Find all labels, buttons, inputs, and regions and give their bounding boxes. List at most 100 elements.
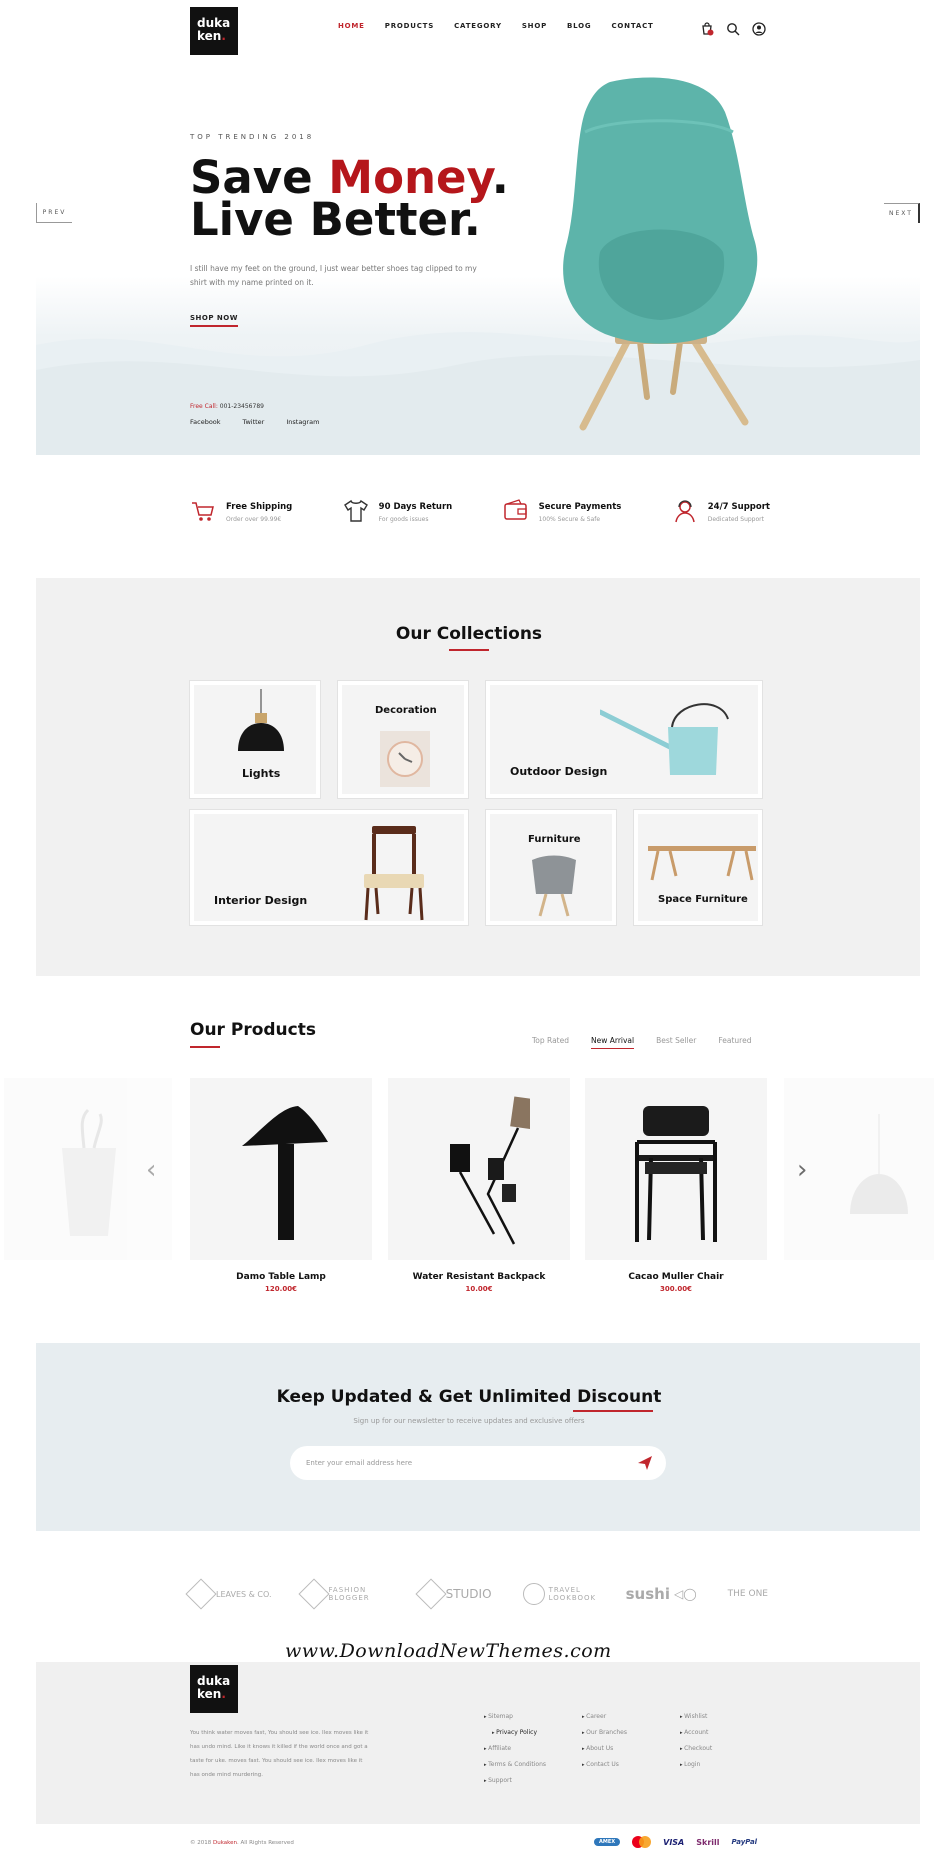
product-tabs: Top Rated New Arrival Best Seller Featur… (532, 1036, 751, 1049)
hero-wave (36, 332, 920, 455)
feature-title: Secure Payments (538, 502, 622, 512)
tab-featured[interactable]: Featured (718, 1036, 751, 1049)
hero-title: Save Money. Live Better. (190, 155, 509, 242)
collection-label: Interior Design (214, 894, 308, 907)
mastercard-icon (632, 1836, 652, 1848)
products-underline (190, 1046, 220, 1048)
support-icon (674, 500, 695, 523)
copyright-brand[interactable]: Dukaken (213, 1840, 237, 1846)
tab-top-rated[interactable]: Top Rated (532, 1036, 569, 1049)
feature-item: Secure Payments 100% Secure & Safe (503, 498, 622, 524)
header-icons (700, 22, 766, 36)
brand-logo[interactable]: LEAVES & CO. (185, 1578, 272, 1610)
footer-link[interactable]: Contact Us (582, 1757, 627, 1773)
search-icon[interactable] (726, 22, 740, 36)
collection-label: Furniture (528, 834, 581, 845)
feature-sub: Dedicated Support (707, 516, 764, 523)
brand-name: STUDIO (445, 1587, 492, 1601)
logo[interactable]: duka ken. (190, 7, 238, 55)
collection-card-interior-design[interactable]: Interior Design (190, 810, 468, 925)
social-instagram[interactable]: Instagram (286, 418, 319, 426)
shop-now-button[interactable]: SHOP NOW (190, 314, 238, 327)
nav-shop[interactable]: SHOP (522, 22, 547, 30)
wooden-chair-image (364, 826, 424, 921)
products-title: Our Products (190, 1020, 316, 1040)
product-card[interactable] (388, 1078, 570, 1260)
next-slide-button[interactable]: NEXT (884, 203, 920, 223)
nav-products[interactable]: PRODUCTS (385, 22, 434, 30)
brand-name: FASHION BLOGGER (328, 1586, 370, 1602)
footer-link[interactable]: Affiliate (484, 1741, 546, 1757)
tab-best-seller[interactable]: Best Seller (656, 1036, 696, 1049)
product-card-faded-right (784, 1078, 934, 1260)
footer-link[interactable]: Privacy Policy (484, 1725, 546, 1741)
pendant-lamp-image (850, 1114, 908, 1214)
brand-logo[interactable]: TRAVEL LOOKBOOK (522, 1583, 595, 1605)
collection-card-lights[interactable]: Lights (190, 681, 320, 798)
footer-link[interactable]: Career (582, 1709, 627, 1725)
footer-link[interactable]: Terms & Conditions (484, 1757, 546, 1773)
prev-slide-button[interactable]: PREV (36, 203, 72, 223)
clock-decoration-image (380, 731, 430, 787)
armchair-image (635, 1106, 717, 1242)
product-name[interactable]: Water Resistant Backpack (388, 1272, 570, 1282)
tab-new-arrival[interactable]: New Arrival (591, 1036, 635, 1049)
footer-link[interactable]: Login (680, 1757, 712, 1773)
brand-name: THE ONE (727, 1589, 768, 1599)
copyright-pre: © 2018 (190, 1840, 213, 1846)
product-card[interactable] (585, 1078, 767, 1260)
product-name[interactable]: Cacao Muller Chair (585, 1272, 767, 1282)
nav-category[interactable]: CATEGORY (454, 22, 502, 30)
chevron-left-icon[interactable]: ‹ (146, 1155, 156, 1185)
footer-link[interactable]: Our Branches (582, 1725, 627, 1741)
feature-sub: 100% Secure & Safe (538, 516, 601, 523)
payment-methods: AMEX VISA Skrill PayPal (594, 1836, 757, 1848)
cart-icon[interactable] (700, 22, 714, 36)
footer-link[interactable]: Wishlist (680, 1709, 712, 1725)
collection-label: Space Furniture (658, 894, 748, 905)
footer-logo[interactable]: duka ken. (190, 1665, 238, 1713)
newsletter-email-input[interactable] (290, 1446, 666, 1480)
cart-icon (192, 502, 214, 521)
footer-links-col1: Sitemap Privacy Policy Affiliate Terms &… (484, 1709, 546, 1789)
social-twitter[interactable]: Twitter (243, 418, 265, 426)
user-icon[interactable] (752, 22, 766, 36)
footer-link[interactable]: About Us (582, 1741, 627, 1757)
brand-logo[interactable]: THE ONE (728, 1589, 768, 1599)
watering-can-image (600, 703, 729, 775)
collection-label: Outdoor Design (510, 765, 608, 778)
brand-name: LEAVES & CO. (216, 1589, 272, 1599)
hero-paragraph: I still have my feet on the ground, I ju… (190, 264, 477, 287)
newsletter-title-part2: Discount (577, 1387, 662, 1407)
nav-blog[interactable]: BLOG (567, 22, 591, 30)
brand-logo[interactable]: STUDIO (415, 1578, 492, 1610)
feature-sub: For goods issues (378, 516, 429, 523)
brand-logo[interactable]: FASHION BLOGGER (297, 1578, 389, 1610)
footer-link[interactable]: Checkout (680, 1741, 712, 1757)
product-card[interactable] (190, 1078, 372, 1260)
amex-icon: AMEX (594, 1838, 621, 1846)
footer-link[interactable]: Account (680, 1725, 712, 1741)
send-icon[interactable] (636, 1454, 654, 1472)
footer-link[interactable]: Support (484, 1773, 546, 1789)
diamond-icon (297, 1578, 330, 1610)
gray-chair-image (532, 855, 576, 917)
copyright: © 2018 Dukaken. All Rights Reserved (190, 1840, 294, 1846)
newsletter-section (36, 1343, 920, 1531)
visa-icon: VISA (663, 1837, 685, 1847)
brand-name: sushi (625, 1585, 670, 1603)
product-price: 120.00€ (265, 1285, 297, 1293)
footer-link[interactable]: Sitemap (484, 1709, 546, 1725)
collection-card-decoration[interactable]: Decoration (338, 681, 468, 798)
product-name[interactable]: Damo Table Lamp (190, 1272, 372, 1282)
nav-home[interactable]: HOME (338, 22, 365, 30)
circle-badge-icon (522, 1583, 545, 1605)
collection-card-furniture[interactable]: Furniture (486, 810, 616, 925)
feature-item: Free Shipping Order over 99.99€ (190, 498, 292, 524)
brand-logo[interactable]: sushi ◁◯ (626, 1585, 697, 1603)
collection-card-space-furniture[interactable]: Space Furniture (634, 810, 762, 925)
nav-contact[interactable]: CONTACT (611, 22, 653, 30)
social-facebook[interactable]: Facebook (190, 418, 221, 426)
collection-card-outdoor-design[interactable]: Outdoor Design (486, 681, 762, 798)
collections-title: Our Collections (395, 624, 543, 644)
